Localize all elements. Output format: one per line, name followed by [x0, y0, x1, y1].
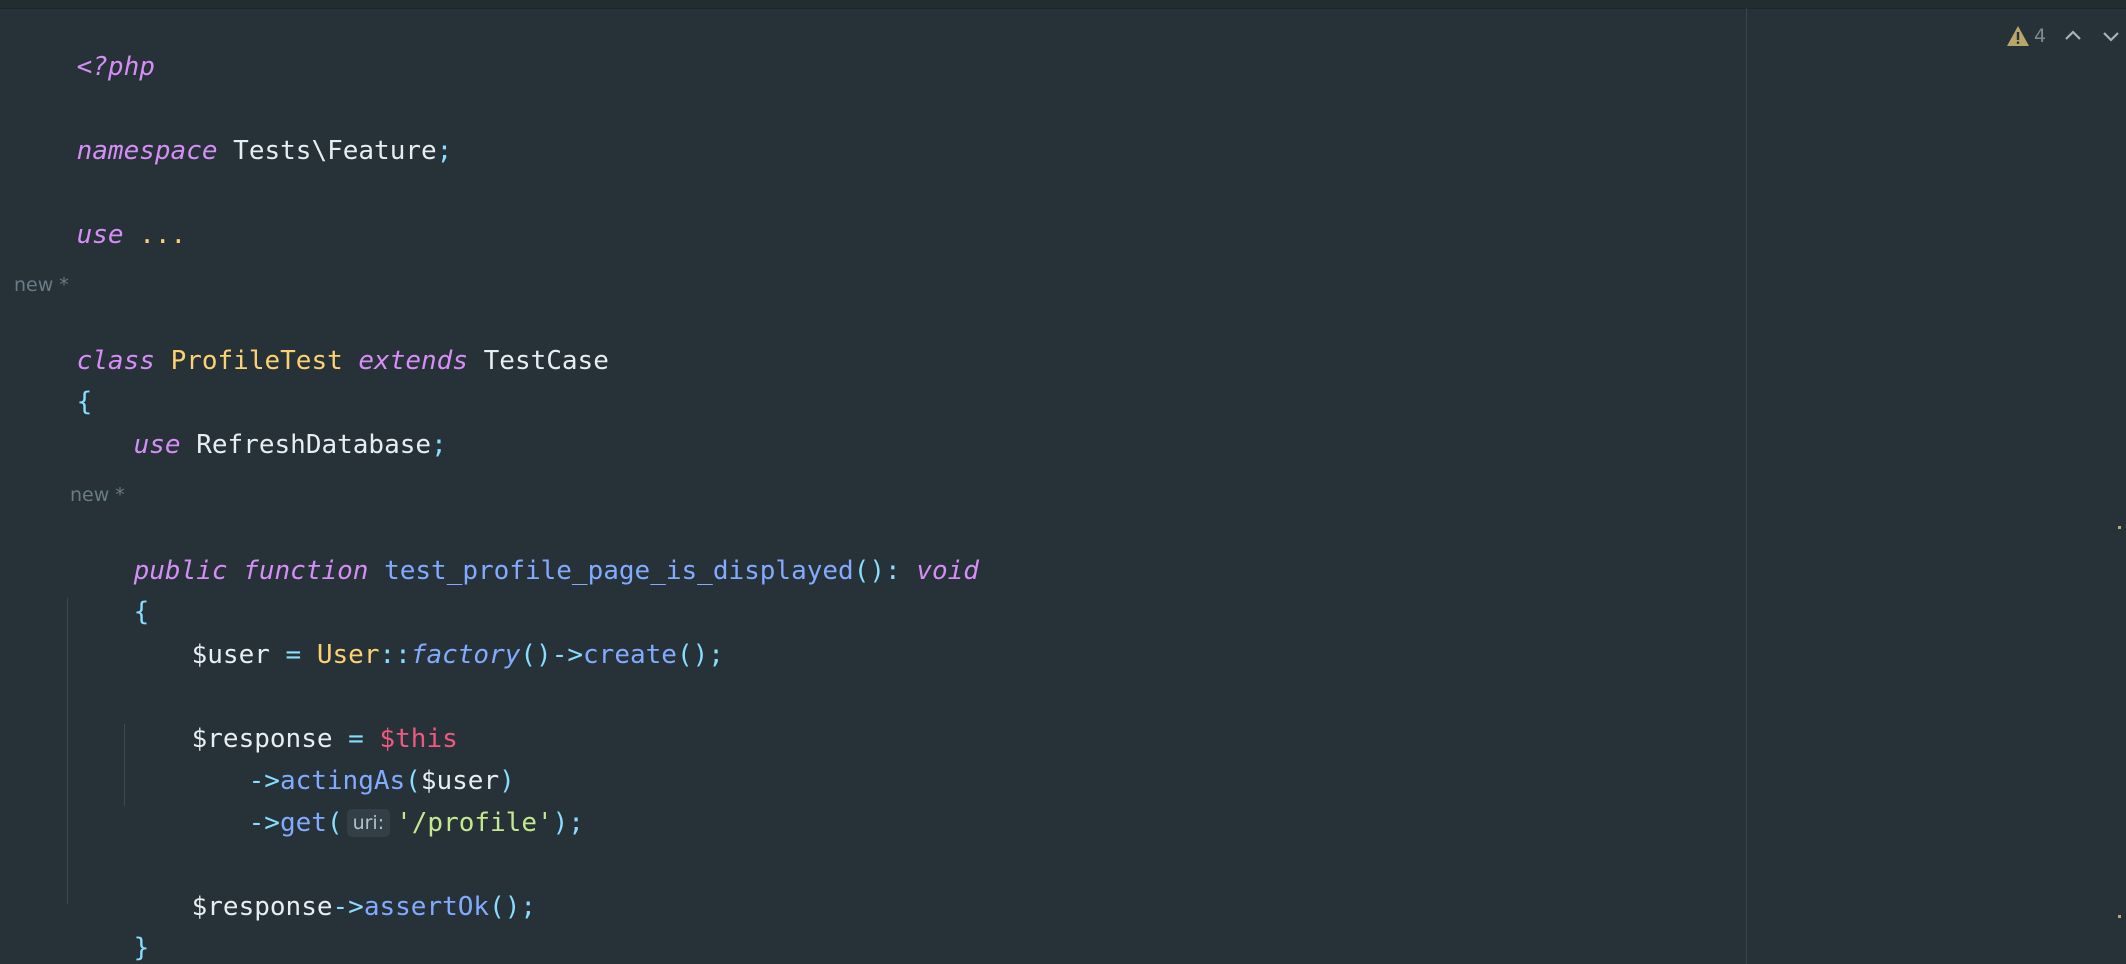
inspection-widget[interactable]: 4 — [2006, 22, 2122, 50]
code-line-response-assign[interactable]: $response = $this — [129, 685, 458, 754]
method-name: test_profile_page_is_displayed — [384, 556, 854, 586]
extends-keyword: extends — [358, 346, 468, 376]
scrollbar-marker[interactable] — [2118, 915, 2121, 918]
code-editor[interactable]: <?php namespace Tests\Feature; use ... n… — [0, 0, 2126, 964]
profile-string: '/profile' — [396, 808, 553, 838]
class-name: ProfileTest — [170, 346, 343, 376]
right-margin-guide — [1746, 8, 1747, 964]
code-line-trait-use[interactable]: use RefreshDatabase; — [71, 391, 447, 460]
warning-count: 4 — [2034, 25, 2047, 47]
code-line-method-open-brace[interactable]: { — [71, 558, 150, 627]
chevron-down-icon[interactable] — [2100, 25, 2122, 47]
create-method: create — [583, 640, 677, 670]
code-line-user-create[interactable]: $user = User::factory()->create(); — [129, 601, 724, 670]
code-line-get-profile[interactable]: ->get(uri: '/profile'); — [186, 769, 584, 838]
chevron-up-icon[interactable] — [2062, 25, 2084, 47]
parent-class-name: TestCase — [483, 346, 609, 376]
function-keyword: function — [243, 556, 369, 586]
code-line-assert-ok[interactable]: $response->assertOk(); — [129, 853, 536, 922]
code-line-class-open-brace[interactable]: { — [14, 348, 93, 417]
code-line-method-declaration[interactable]: public function test_profile_page_is_dis… — [71, 517, 979, 586]
folded-imports[interactable]: ... — [139, 220, 186, 250]
indent-guide-chain — [124, 724, 125, 806]
assert-ok-method: assertOk — [363, 892, 490, 922]
trait-name: RefreshDatabase — [196, 430, 432, 460]
code-line-acting-as[interactable]: ->actingAs($user) — [186, 727, 515, 796]
php-open-tag: <?php — [76, 52, 155, 82]
trait-use-keyword: use — [133, 430, 181, 460]
method-close-brace: } — [133, 933, 150, 963]
code-line-namespace[interactable]: namespace Tests\Feature; — [14, 97, 453, 166]
scrollbar-marker[interactable] — [2118, 526, 2121, 529]
namespace-name: Tests\Feature — [233, 136, 437, 166]
use-keyword: use — [76, 220, 124, 250]
factory-method: factory — [410, 640, 521, 670]
parameter-hint-uri: uri: — [346, 809, 391, 837]
user-class: User — [316, 640, 380, 670]
get-method: get — [279, 808, 327, 838]
editor-top-border — [0, 0, 2126, 9]
namespace-keyword: namespace — [76, 136, 218, 166]
code-line-method-close-brace[interactable]: } — [71, 894, 150, 963]
codevision-hint-method[interactable]: new * — [70, 483, 125, 507]
code-line-use-imports[interactable]: use ... — [14, 181, 187, 250]
code-line-class-declaration[interactable]: class ProfileTest extends TestCase — [14, 307, 609, 376]
semicolon: ; — [436, 136, 453, 166]
codevision-hint-class[interactable]: new * — [14, 273, 69, 297]
return-type: void — [916, 556, 979, 586]
indent-guide-method — [67, 598, 68, 904]
user-variable: $user — [191, 640, 270, 670]
warning-icon — [2006, 25, 2030, 47]
code-line-php-open[interactable]: <?php — [14, 13, 155, 82]
